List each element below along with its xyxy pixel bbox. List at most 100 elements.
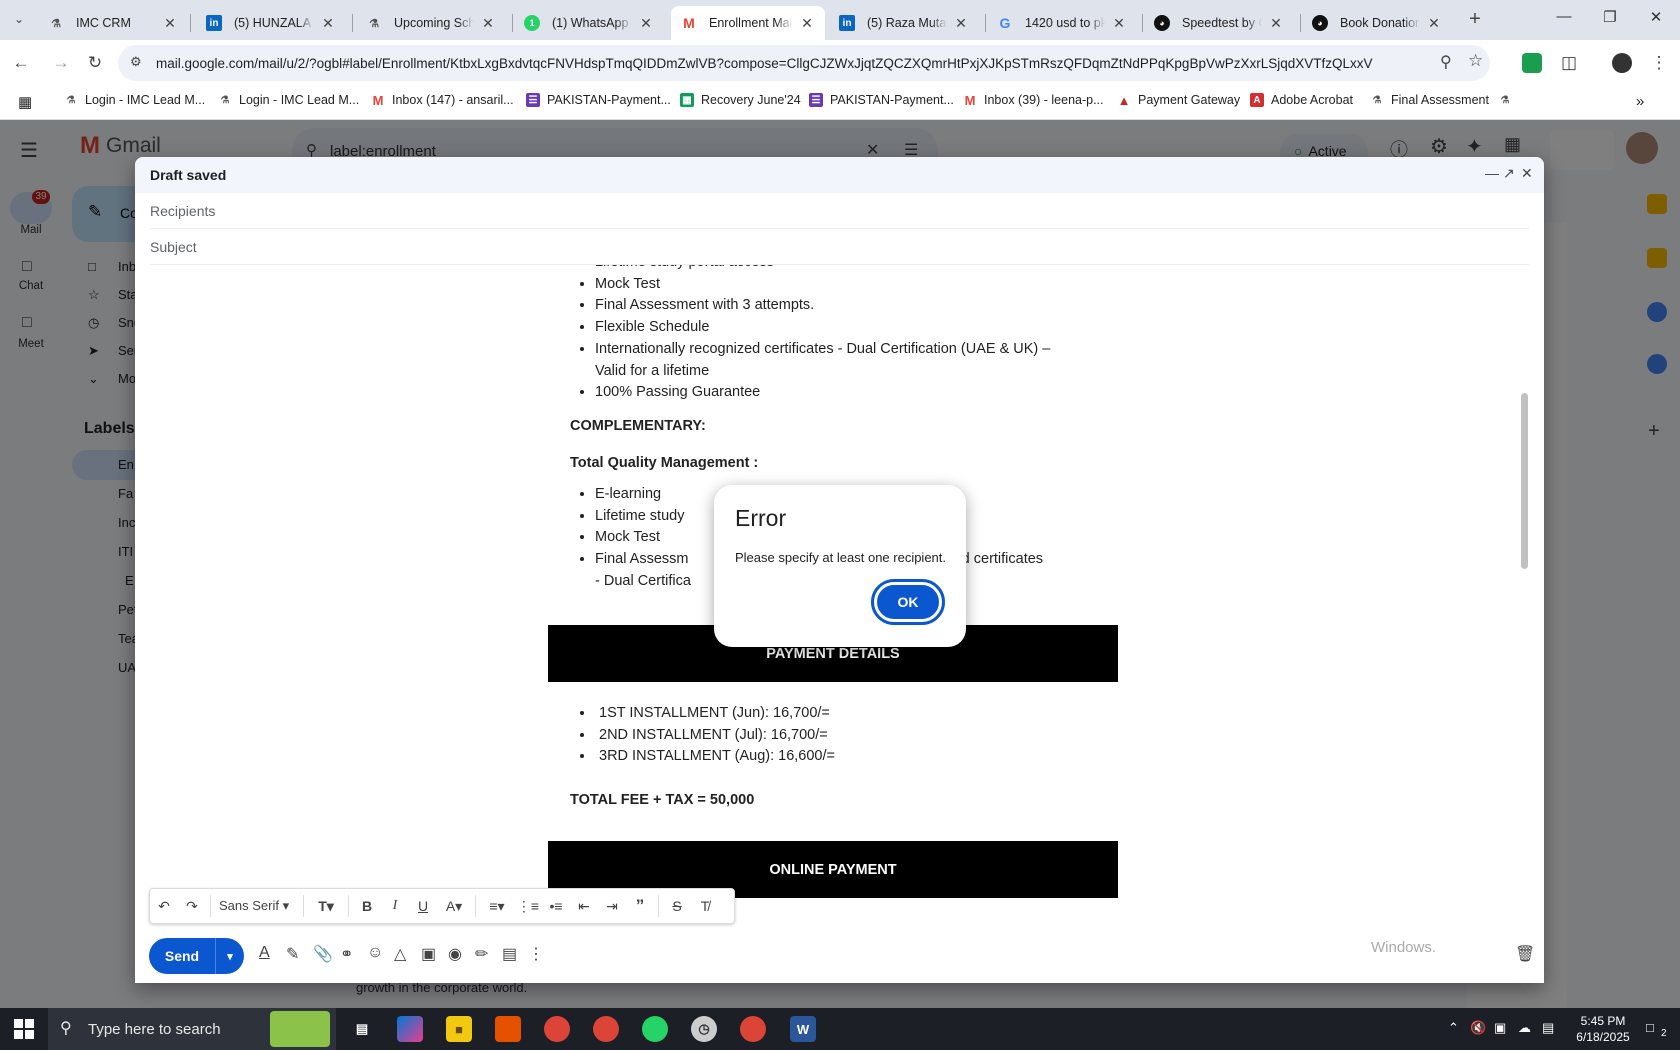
emoji-icon[interactable]: ☺ <box>367 944 383 962</box>
network-icon[interactable]: ▤ <box>1542 1020 1554 1036</box>
close-compose-icon[interactable]: ✕ <box>1521 165 1533 182</box>
copilot-icon[interactable] <box>397 1016 423 1042</box>
close-tab-icon[interactable]: ✕ <box>638 15 654 32</box>
profile-avatar[interactable] <box>1612 53 1632 73</box>
bookmark-item[interactable]: M Inbox (147) - ansaril... <box>371 93 514 108</box>
ok-button[interactable]: OK <box>871 579 945 625</box>
body-scrollbar[interactable] <box>1521 393 1528 569</box>
tab-book-donation[interactable]: ◕ Book Donation ✕ <box>1302 6 1452 40</box>
more-options-icon[interactable]: ⋮ <box>528 944 544 964</box>
forward-icon[interactable]: → <box>48 50 74 76</box>
extension-icon[interactable] <box>1522 53 1542 73</box>
close-tab-icon[interactable]: ✕ <box>1111 15 1127 32</box>
discard-draft-icon[interactable]: 🗑 <box>1515 944 1535 964</box>
site-info-icon[interactable]: ⚙ <box>130 54 142 70</box>
back-icon[interactable]: ← <box>8 50 34 76</box>
bookmark-item[interactable]: M Inbox (39) - leena-p... <box>963 93 1104 108</box>
tab-google-search[interactable]: G 1420 usd to pkr ✕ <box>987 6 1137 40</box>
bookmark-item[interactable]: ⚗ Login - IMC Lead M... <box>218 93 360 107</box>
event-icon[interactable]: ▤ <box>502 944 517 964</box>
italic-icon[interactable]: I <box>381 898 409 914</box>
meet-now-icon[interactable]: ▣ <box>1494 1020 1506 1036</box>
font-size-icon[interactable]: T▾ <box>308 898 344 915</box>
close-tab-icon[interactable]: ✕ <box>162 15 178 32</box>
windows-start-icon[interactable] <box>14 1019 34 1039</box>
close-tab-icon[interactable]: ✕ <box>1268 15 1284 32</box>
tab-search-icon[interactable]: ⌄ <box>6 6 32 32</box>
subject-field[interactable]: Subject <box>150 229 1529 265</box>
more-bookmarks-icon[interactable]: » <box>1636 93 1644 110</box>
bookmark-item[interactable]: ▦ Recovery June'24 <box>680 93 801 107</box>
insert-photo-icon[interactable]: ▣ <box>421 944 436 964</box>
notification-center-icon[interactable]: □ <box>1646 1020 1654 1035</box>
clock-app-icon[interactable]: ◷ <box>691 1016 717 1042</box>
clear-formatting-icon[interactable]: T̸ <box>691 898 719 914</box>
tab-imc-crm[interactable]: ⚗ IMC CRM ✕ <box>38 6 188 40</box>
task-view-icon[interactable]: ▤ <box>349 1016 375 1042</box>
restore-window-icon[interactable]: ❐ <box>1590 8 1630 26</box>
chrome-icon[interactable] <box>544 1016 570 1042</box>
bold-icon[interactable]: B <box>353 898 381 914</box>
tab-upcoming-schedule[interactable]: ⚗ Upcoming Sche ✕ <box>356 6 506 40</box>
volume-icon[interactable]: 🔇 <box>1470 1020 1486 1036</box>
tab-linkedin-hunzala[interactable]: in (5) HUNZALA TA ✕ <box>196 6 346 40</box>
minimize-compose-icon[interactable]: — <box>1485 165 1499 181</box>
extensions-puzzle-icon[interactable]: ◫ <box>1556 50 1582 76</box>
indent-more-icon[interactable]: ⇥ <box>598 898 626 915</box>
confidential-mode-icon[interactable]: ◉ <box>448 944 462 964</box>
compose-header[interactable]: Draft saved <box>135 157 1544 193</box>
bookmark-item[interactable]: ▲ Payment Gateway <box>1117 93 1241 108</box>
close-tab-icon[interactable]: ✕ <box>1426 15 1442 32</box>
show-hidden-icons-icon[interactable]: ⌃ <box>1448 1020 1459 1036</box>
reload-icon[interactable]: ↻ <box>82 50 108 76</box>
send-button[interactable]: Send ▾ <box>149 938 244 974</box>
weather-icon[interactable]: ☁ <box>1518 1020 1531 1036</box>
insert-link-icon[interactable]: ⚭ <box>340 944 353 964</box>
app-icon[interactable] <box>495 1016 521 1042</box>
chrome-icon[interactable] <box>740 1016 766 1042</box>
close-tab-icon[interactable]: ✕ <box>953 15 969 32</box>
taskbar-clock[interactable]: 5:45 PM 6/18/2025 <box>1568 1013 1638 1045</box>
whatsapp-icon[interactable] <box>642 1016 668 1042</box>
zoom-icon[interactable]: ⚲ <box>1440 52 1452 72</box>
redo-icon[interactable]: ↷ <box>178 898 206 915</box>
signature-icon[interactable]: ✏ <box>475 944 488 964</box>
tab-speedtest[interactable]: ◕ Speedtest by Oo ✕ <box>1144 6 1294 40</box>
recipients-field[interactable]: Recipients <box>150 193 1529 229</box>
fullscreen-compose-icon[interactable]: ↗ <box>1503 165 1515 182</box>
undo-icon[interactable]: ↶ <box>150 898 178 915</box>
minimize-window-icon[interactable]: — <box>1544 8 1584 25</box>
word-icon[interactable]: W <box>790 1016 816 1042</box>
attach-file-icon[interactable]: 📎 <box>313 944 333 964</box>
close-tab-icon[interactable]: ✕ <box>799 15 815 32</box>
formatting-options-icon[interactable]: A <box>259 944 270 962</box>
quote-icon[interactable]: ” <box>626 896 654 916</box>
close-tab-icon[interactable]: ✕ <box>320 15 336 32</box>
tab-enrollment-mail[interactable]: M Enrollment Mail ✕ <box>671 6 825 40</box>
new-tab-icon[interactable]: + <box>1462 6 1488 32</box>
bookmark-item[interactable]: ⚗ <box>1498 93 1519 107</box>
close-window-icon[interactable]: ✕ <box>1636 8 1676 26</box>
tab-linkedin-raza[interactable]: in (5) Raza Mutahi ✕ <box>829 6 979 40</box>
bulleted-list-icon[interactable]: •≡ <box>542 898 570 914</box>
file-explorer-icon[interactable]: ■ <box>446 1016 472 1042</box>
schedule-send-chevron-icon[interactable]: ▾ <box>216 950 244 963</box>
ai-write-icon[interactable]: ✎ <box>286 944 299 964</box>
bookmark-item[interactable]: ⚗ Final Assessment <box>1370 93 1489 107</box>
underline-icon[interactable]: U <box>409 898 437 914</box>
text-color-icon[interactable]: A▾ <box>437 898 471 915</box>
taskbar-search-input[interactable]: ⚲ Type here to search <box>48 1008 336 1050</box>
bookmark-item[interactable]: ☰ PAKISTAN-Payment... <box>809 93 954 107</box>
close-tab-icon[interactable]: ✕ <box>480 15 496 32</box>
bookmark-item[interactable]: ☰ PAKISTAN-Payment... <box>526 93 671 107</box>
drive-icon[interactable]: △ <box>394 944 406 964</box>
bookmark-item[interactable]: ⚗ Login - IMC Lead M... <box>64 93 206 107</box>
indent-less-icon[interactable]: ⇤ <box>570 898 598 915</box>
numbered-list-icon[interactable]: ⋮≡ <box>514 898 542 915</box>
apps-grid-icon[interactable]: ▦ <box>18 93 32 111</box>
strikethrough-icon[interactable]: S <box>663 898 691 914</box>
font-family-select[interactable]: Sans Serif ▾ <box>215 898 299 914</box>
address-bar[interactable]: ⚙ mail.google.com/mail/u/2/?ogbl#label/E… <box>118 45 1490 81</box>
bookmark-item[interactable]: A Adobe Acrobat <box>1250 93 1353 107</box>
bookmark-star-icon[interactable]: ☆ <box>1468 51 1483 71</box>
